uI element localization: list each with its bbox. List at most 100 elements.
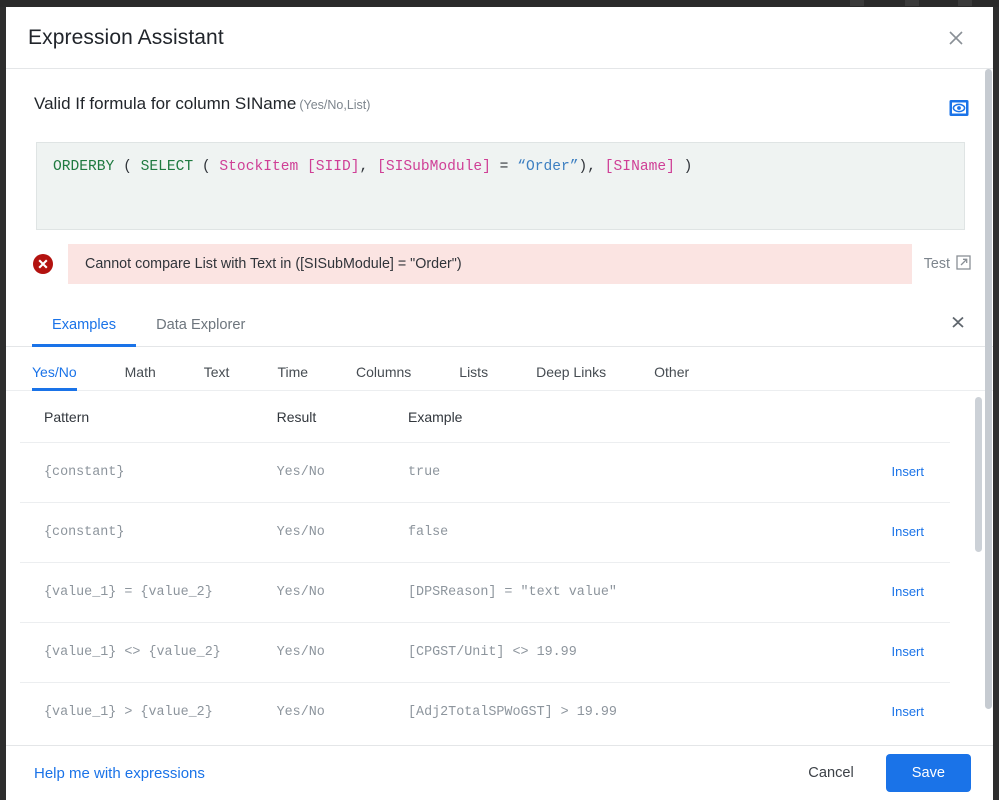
examples-table-head: Pattern Result Example xyxy=(20,391,950,443)
tab-time-label: Time xyxy=(277,364,309,380)
dialog-body: Valid If formula for column SIName (Yes/N… xyxy=(6,69,993,745)
formula-label-wrap: Valid If formula for column SIName (Yes/N… xyxy=(34,94,370,114)
formula-editor[interactable]: ORDERBY ( SELECT ( StockItem [SIID], [SI… xyxy=(36,142,965,230)
background-toolbar-icon xyxy=(850,0,864,6)
insert-link[interactable]: Insert xyxy=(891,464,924,479)
column-header-pattern: Pattern xyxy=(20,391,277,443)
cell-result: Yes/No xyxy=(276,682,408,726)
cell-example: [CPGST/Unit] <> 19.99 xyxy=(408,622,840,683)
help-link[interactable]: Help me with expressions xyxy=(34,765,205,782)
insert-link[interactable]: Insert xyxy=(891,704,924,719)
error-row: Cannot compare List with Text in ([SISub… xyxy=(6,244,993,284)
examples-table-scroll: Pattern Result Example {constant} Yes/No t… xyxy=(6,391,993,726)
cell-example: [DPSReason] = "text value" xyxy=(408,562,840,623)
cell-example: true xyxy=(408,442,840,503)
formula-token-str: “Order” xyxy=(517,159,579,175)
table-row: {value_1} = {value_2} Yes/No [DPSReason] =… xyxy=(20,562,950,623)
examples-table: Pattern Result Example {constant} Yes/No t… xyxy=(20,391,950,726)
formula-token-id: StockItem [SIID] xyxy=(219,159,360,175)
cell-pattern: {constant} xyxy=(20,442,277,503)
formula-token-op: = xyxy=(490,159,518,175)
cell-action[interactable]: Insert xyxy=(839,622,950,683)
cell-example: [Adj2TotalSPWoGST] > 19.99 xyxy=(408,682,840,726)
tab-yes-no[interactable]: Yes/No xyxy=(32,364,77,391)
save-button[interactable]: Save xyxy=(885,754,971,792)
examples-table-body: {constant} Yes/No true Insert {constant} Yes/… xyxy=(20,442,950,726)
cell-action[interactable]: Insert xyxy=(839,562,950,623)
test-button[interactable]: Test xyxy=(923,254,971,274)
tab-math[interactable]: Math xyxy=(125,364,156,390)
dialog-title: Expression Assistant xyxy=(28,25,224,49)
formula-token-id: [SIName] xyxy=(604,159,675,175)
tab-deep-links-label: Deep Links xyxy=(536,364,607,380)
eye-icon[interactable] xyxy=(947,96,971,120)
formula-header: Valid If formula for column SIName (Yes/N… xyxy=(6,69,993,120)
dialog-titlebar: Expression Assistant xyxy=(6,7,993,69)
formula-token-op: , xyxy=(359,159,378,175)
formula-token-op: ( xyxy=(114,159,141,175)
tab-data-explorer[interactable]: Data Explorer xyxy=(136,317,265,346)
tab-yes-no-label: Yes/No xyxy=(32,364,77,380)
cell-result: Yes/No xyxy=(276,562,408,623)
error-message: Cannot compare List with Text in ([SISub… xyxy=(68,244,912,284)
column-header-result: Result xyxy=(276,391,408,443)
cell-pattern: {value_1} > {value_2} xyxy=(20,682,277,726)
cell-result: Yes/No xyxy=(276,442,408,503)
expression-assistant-dialog: Expression Assistant Valid If formula fo… xyxy=(6,7,993,800)
tab-lists-label: Lists xyxy=(459,364,489,380)
column-header-action xyxy=(839,391,950,443)
tab-lists[interactable]: Lists xyxy=(459,364,488,390)
insert-link[interactable]: Insert xyxy=(891,644,924,659)
tab-examples[interactable]: Examples xyxy=(32,317,137,347)
cell-example: false xyxy=(408,502,840,563)
table-row: {constant} Yes/No true Insert xyxy=(20,442,950,503)
cell-pattern: {value_1} = {value_2} xyxy=(20,562,277,623)
cell-action[interactable]: Insert xyxy=(839,502,950,563)
formula-token-id: [SISubModule] xyxy=(377,159,491,175)
table-row: {value_1} <> {value_2} Yes/No [CPGST/Unit]… xyxy=(20,622,950,683)
dialog-scrollbar-thumb[interactable] xyxy=(985,69,992,709)
tab-deep-links[interactable]: Deep Links xyxy=(536,364,606,390)
tab-other[interactable]: Other xyxy=(654,364,689,390)
main-tablist: Examples Data Explorer xyxy=(6,300,993,347)
formula-token-op: ), xyxy=(578,159,605,175)
cell-action[interactable]: Insert xyxy=(839,682,950,726)
dialog-scrollbar[interactable] xyxy=(984,69,993,745)
table-scrollbar[interactable] xyxy=(974,393,983,723)
formula-token-kw: SELECT xyxy=(140,159,194,175)
cell-action[interactable]: Insert xyxy=(839,442,950,503)
tab-other-label: Other xyxy=(654,364,690,380)
dialog-footer: Help me with expressions Cancel Save xyxy=(6,745,993,800)
tab-columns[interactable]: Columns xyxy=(356,364,411,390)
external-link-icon xyxy=(956,254,971,274)
formula-type-qualifier: (Yes/No,List) xyxy=(299,98,371,112)
tab-data-explorer-label: Data Explorer xyxy=(156,317,246,333)
formula-token-op: ( xyxy=(193,159,220,175)
category-tablist: Yes/No Math Text Time Columns Lists Deep… xyxy=(6,347,993,391)
tab-time[interactable]: Time xyxy=(277,364,308,390)
background-toolbar-icon xyxy=(905,0,919,6)
table-scrollbar-thumb[interactable] xyxy=(975,397,982,552)
formula-token-op: ) xyxy=(674,159,693,175)
background-toolbar-icon xyxy=(958,0,972,6)
collapse-icon[interactable] xyxy=(945,309,971,335)
test-label: Test xyxy=(923,256,950,272)
close-icon[interactable] xyxy=(939,21,973,55)
tab-text[interactable]: Text xyxy=(204,364,230,390)
footer-actions: Cancel Save xyxy=(794,754,971,792)
cancel-button[interactable]: Cancel xyxy=(794,756,867,790)
insert-link[interactable]: Insert xyxy=(891,584,924,599)
column-header-example: Example xyxy=(408,391,840,443)
tab-examples-label: Examples xyxy=(52,317,117,333)
table-row: {value_1} > {value_2} Yes/No [Adj2TotalSPW… xyxy=(20,682,950,726)
tab-math-label: Math xyxy=(124,364,156,380)
insert-link[interactable]: Insert xyxy=(891,524,924,539)
cell-pattern: {constant} xyxy=(20,502,277,563)
table-row: {constant} Yes/No false Insert xyxy=(20,502,950,563)
error-circle-icon xyxy=(32,253,54,275)
tab-columns-label: Columns xyxy=(356,364,412,380)
cell-result: Yes/No xyxy=(276,622,408,683)
cell-result: Yes/No xyxy=(276,502,408,563)
table-header-row: Pattern Result Example xyxy=(20,391,950,443)
tab-text-label: Text xyxy=(203,364,230,380)
